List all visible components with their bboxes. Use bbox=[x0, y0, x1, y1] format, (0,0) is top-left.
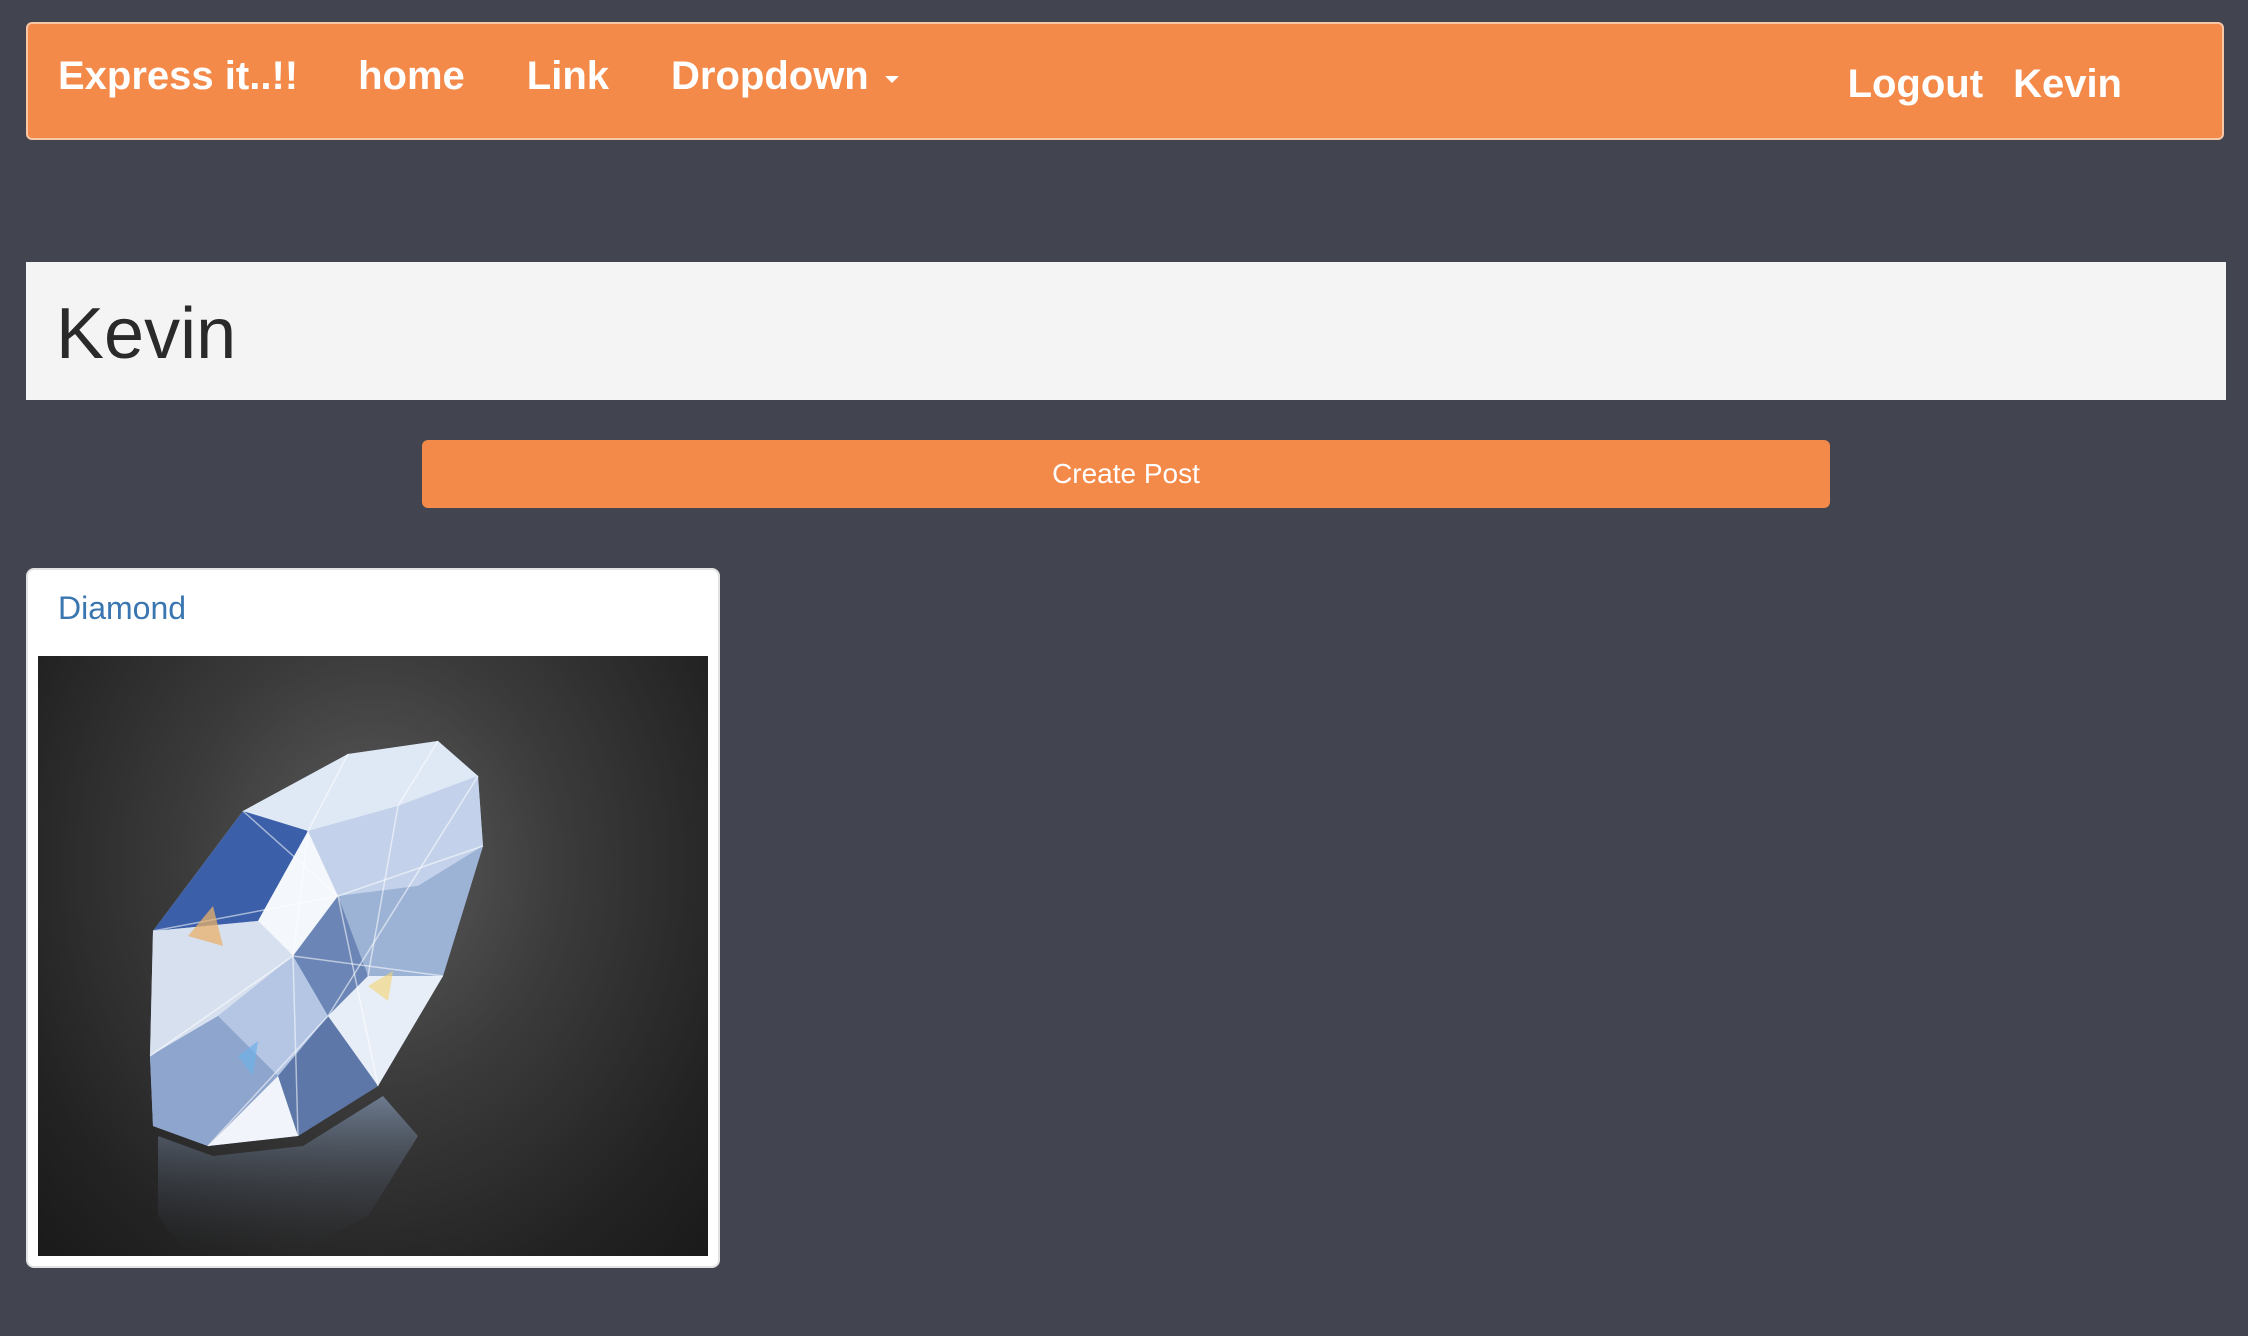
top-navbar: Express it..!! home Link Dropdown Logout… bbox=[26, 22, 2224, 140]
diamond-image bbox=[38, 656, 708, 1256]
post-card: Diamond bbox=[26, 568, 720, 1268]
nav-link-link[interactable]: Link bbox=[527, 54, 609, 99]
nav-dropdown[interactable]: Dropdown bbox=[671, 54, 899, 99]
caret-down-icon bbox=[884, 76, 899, 83]
user-profile-link[interactable]: Kevin bbox=[2013, 62, 2122, 107]
brand-link[interactable]: Express it..!! bbox=[58, 54, 298, 99]
logout-link[interactable]: Logout bbox=[1848, 62, 1984, 107]
nav-link-home[interactable]: home bbox=[358, 54, 465, 99]
profile-header: Kevin bbox=[26, 262, 2226, 400]
post-title-link[interactable]: Diamond bbox=[58, 590, 186, 627]
navbar-left: Express it..!! home Link Dropdown bbox=[58, 24, 899, 138]
page-title: Kevin bbox=[56, 294, 237, 374]
dropdown-label: Dropdown bbox=[671, 54, 869, 98]
create-post-button[interactable]: Create Post bbox=[422, 440, 1830, 508]
navbar-right: Logout Kevin bbox=[1848, 24, 2122, 138]
